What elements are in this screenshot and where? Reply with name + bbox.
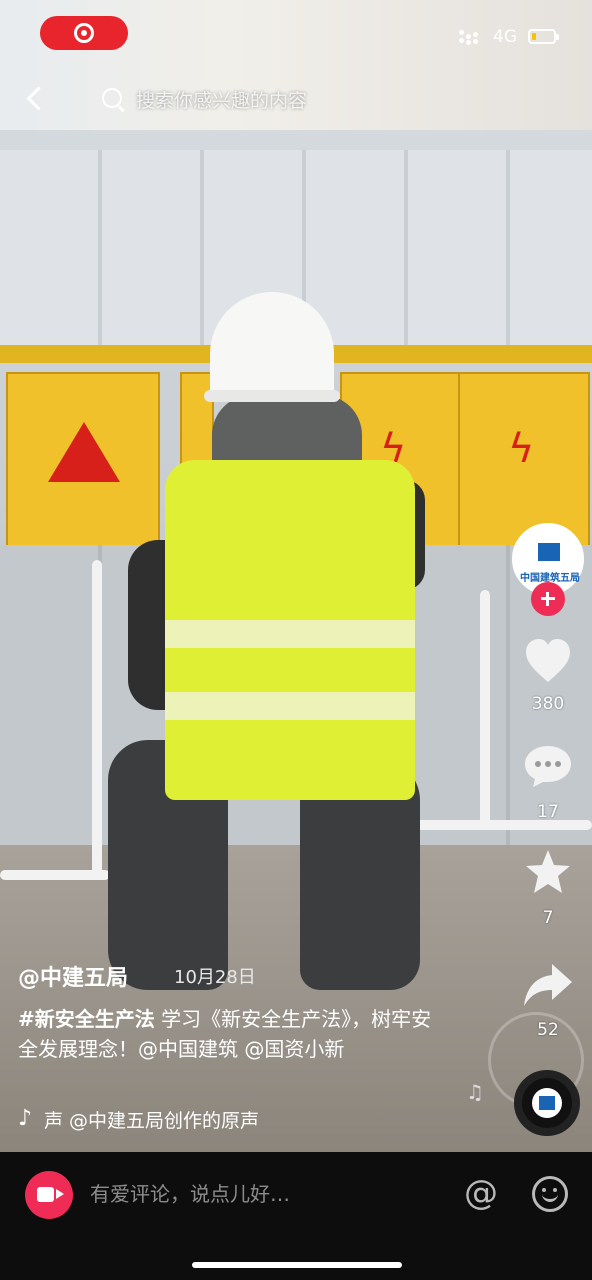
worker-vest (165, 460, 415, 800)
pipe (92, 560, 102, 880)
like-heart-icon[interactable] (524, 638, 572, 684)
comment-input[interactable]: 有爱评论，说点儿好… (90, 1178, 290, 1207)
share-arrow-icon[interactable] (522, 962, 574, 1008)
camera-button[interactable] (25, 1171, 73, 1219)
at-mention-icon[interactable]: @ (464, 1173, 498, 1213)
electrical-box (6, 372, 160, 548)
follow-button[interactable] (531, 582, 565, 616)
comment-icon[interactable] (523, 744, 573, 788)
video-caption[interactable]: #新安全生产法 学习《新安全生产法》，树牢安全发展理念！@中国建筑 @国资小新 (18, 1004, 438, 1064)
back-button[interactable] (22, 84, 50, 114)
pipe (0, 870, 110, 880)
post-date: 10月28日 (174, 967, 256, 988)
author-name[interactable]: @中建五局 (18, 960, 128, 992)
music-note-icon: ♪ (18, 1106, 33, 1131)
comment-bar (0, 1152, 592, 1280)
music-disc[interactable] (514, 1070, 580, 1136)
search-icon[interactable] (102, 88, 122, 108)
comment-count: 17 (537, 802, 559, 822)
company-logo-icon (538, 543, 560, 561)
home-indicator[interactable] (192, 1262, 402, 1268)
electrical-box: ϟ (458, 372, 590, 548)
battery-icon (528, 29, 559, 44)
like-count: 380 (531, 694, 565, 714)
favorite-count: 7 (542, 908, 554, 928)
camera-icon (37, 1187, 54, 1202)
search-input[interactable]: 搜索你感兴趣的内容 (136, 86, 307, 113)
screen-record-icon[interactable] (40, 16, 128, 50)
music-title[interactable]: 声 @中建五局创作的原声 (44, 1106, 354, 1133)
emoji-icon[interactable] (532, 1176, 568, 1212)
signal-icon (459, 30, 481, 48)
pipe (480, 590, 490, 830)
network-label: 4G (493, 27, 517, 47)
favorite-star-icon[interactable] (524, 848, 572, 896)
hashtag-link[interactable]: #新安全生产法 (18, 1007, 155, 1031)
floating-notes-icon: ♫ (466, 1080, 484, 1104)
